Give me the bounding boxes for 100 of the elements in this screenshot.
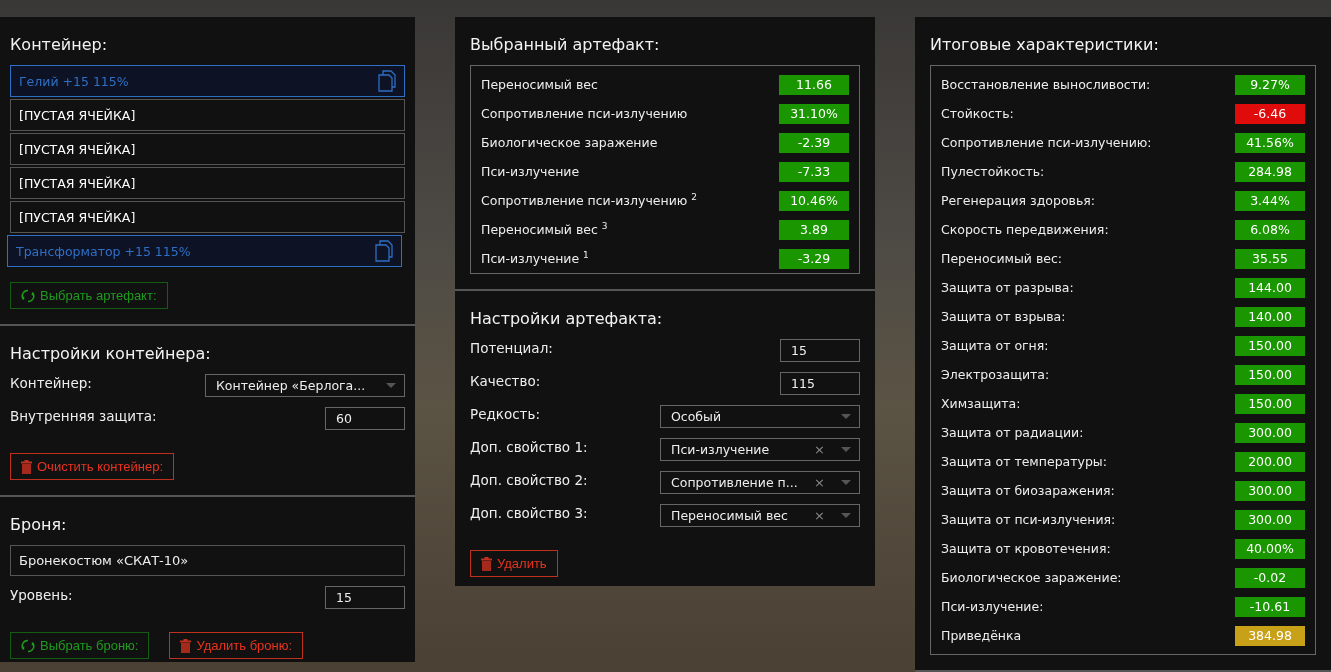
- stat-name: Восстановление выносливости:: [941, 77, 1151, 92]
- stat-value: -2.39: [779, 132, 849, 153]
- stat-value: -10.61: [1235, 596, 1305, 617]
- clear-icon[interactable]: ×: [814, 508, 825, 523]
- stat-name: Регенерация здоровья:: [941, 193, 1096, 208]
- dropdown[interactable]: Особый: [660, 405, 860, 428]
- stat-value: 6.08%: [1235, 219, 1305, 240]
- field-label: Доп. свойство 3:: [470, 504, 588, 521]
- stat-name: Пси-излучение $^{1}$: [481, 250, 589, 267]
- stat-value: 284.98: [1235, 161, 1305, 182]
- caret-icon: [841, 512, 851, 519]
- stat-value: 150.00: [1235, 364, 1305, 385]
- stat-name: Биологическое заражение:: [941, 570, 1122, 585]
- stat-value: 41.56%: [1235, 132, 1305, 153]
- stat-value: 9.27%: [1235, 74, 1305, 95]
- stat-name: Пси-излучение:: [941, 599, 1044, 614]
- dropdown[interactable]: Пси-излучение ×: [660, 438, 860, 461]
- stat-name: Сопротивление пси-излучению: [481, 106, 688, 121]
- stat-name: Защита от огня:: [941, 338, 1049, 353]
- stat-name: Сопротивление пси-излучению $^{2}$: [481, 192, 697, 209]
- stat-name: Стойкость:: [941, 106, 1014, 121]
- stat-name: Защита от взрыва:: [941, 309, 1066, 324]
- section-title: Выбранный артефакт:: [470, 34, 661, 56]
- refresh-icon: [21, 288, 35, 303]
- artifact-slot[interactable]: Трансформатор +15 115%: [7, 235, 402, 267]
- refresh-icon: [21, 638, 35, 653]
- stat-value: 300.00: [1235, 509, 1305, 530]
- clear-container-button[interactable]: Очистить контейнер:: [10, 453, 174, 480]
- copy-icon[interactable]: [378, 70, 396, 92]
- number-field[interactable]: 60: [325, 407, 405, 430]
- delete-armor-button[interactable]: Удалить броню:: [169, 632, 304, 659]
- stat-value: 140.00: [1235, 306, 1305, 327]
- empty-slot[interactable]: [ПУСТАЯ ЯЧЕЙКА]: [10, 99, 405, 131]
- section-title: Настройки контейнера:: [10, 343, 212, 365]
- number-field[interactable]: 15: [325, 586, 405, 609]
- stat-value: 35.55: [1235, 248, 1305, 269]
- trash-icon: [21, 459, 32, 474]
- stat-value: 150.00: [1235, 335, 1305, 356]
- field-label: Доп. свойство 2:: [470, 471, 588, 488]
- stat-value: 200.00: [1235, 451, 1305, 472]
- section-title: Контейнер:: [10, 34, 109, 56]
- dropdown[interactable]: Переносимый вес ×: [660, 504, 860, 527]
- stat-value: 300.00: [1235, 480, 1305, 501]
- stat-name: Пулестойкость:: [941, 164, 1045, 179]
- stat-value: 10.46%: [779, 190, 849, 211]
- stat-name: Пси-излучение: [481, 164, 580, 179]
- stat-value: 150.00: [1235, 393, 1305, 414]
- stat-name: Защита от пси-излучения:: [941, 512, 1116, 527]
- stat-value: 31.10%: [779, 103, 849, 124]
- empty-slot[interactable]: [ПУСТАЯ ЯЧЕЙКА]: [10, 201, 405, 233]
- stat-name: Защита от кровотечения:: [941, 541, 1111, 556]
- artifact-slot[interactable]: Гелий +15 115%: [10, 65, 405, 97]
- armor-name-field[interactable]: Бронекостюм «СКАТ-10»: [10, 545, 405, 576]
- field-label: Качество:: [470, 372, 541, 389]
- section-title: Настройки артефакта:: [470, 308, 664, 330]
- trash-icon: [481, 556, 492, 571]
- select-artifact-button[interactable]: Выбрать артефакт:: [10, 282, 168, 309]
- stat-value: -7.33: [779, 161, 849, 182]
- field-label: Доп. свойство 1:: [470, 438, 588, 455]
- stat-value: -3.29: [779, 248, 849, 269]
- dropdown[interactable]: Сопротивление п... ×: [660, 471, 860, 494]
- stat-value: -0.02: [1235, 567, 1305, 588]
- number-field[interactable]: 115: [780, 372, 860, 395]
- empty-slot[interactable]: [ПУСТАЯ ЯЧЕЙКА]: [10, 167, 405, 199]
- stat-value: 300.00: [1235, 422, 1305, 443]
- dropdown[interactable]: Контейнер «Берлога...: [205, 374, 405, 397]
- stat-name: Защита от температуры:: [941, 454, 1107, 469]
- stat-value: 3.44%: [1235, 190, 1305, 211]
- stat-name: Электрозащита:: [941, 367, 1050, 382]
- empty-slot[interactable]: [ПУСТАЯ ЯЧЕЙКА]: [10, 133, 405, 165]
- stat-name: Переносимый вес: [481, 77, 598, 92]
- copy-icon[interactable]: [375, 240, 393, 262]
- stat-name: Защита от радиации:: [941, 425, 1084, 440]
- stat-name: Скорость передвижения:: [941, 222, 1109, 237]
- stat-name: Химзащита:: [941, 396, 1021, 411]
- field-label: Уровень:: [10, 586, 73, 603]
- field-label: Внутренняя защита:: [10, 407, 157, 424]
- stat-name: Защита от разрыва:: [941, 280, 1074, 295]
- caret-icon: [841, 413, 851, 420]
- caret-icon: [841, 446, 851, 453]
- stat-value: 3.89: [779, 219, 849, 240]
- trash-icon: [180, 638, 192, 653]
- select-armor-button[interactable]: Выбрать броню:: [10, 632, 150, 659]
- stat-name: Сопротивление пси-излучению:: [941, 135, 1152, 150]
- field-label: Контейнер:: [10, 374, 92, 391]
- caret-icon: [841, 479, 851, 486]
- caret-icon: [386, 382, 396, 389]
- number-field[interactable]: 15: [780, 339, 860, 362]
- stat-name: Приведёнка: [941, 628, 1022, 643]
- section-title: Броня:: [10, 514, 68, 536]
- section-title: Итоговые характеристики:: [930, 34, 1160, 56]
- stat-value: -6.46: [1235, 103, 1305, 124]
- stat-name: Биологическое заражение: [481, 135, 658, 150]
- stat-name: Переносимый вес:: [941, 251, 1063, 266]
- delete-artifact-button[interactable]: Удалить: [470, 550, 558, 577]
- stat-name: Переносимый вес $^{3}$: [481, 221, 608, 238]
- stat-value: 40.00%: [1235, 538, 1305, 559]
- clear-icon[interactable]: ×: [814, 442, 825, 457]
- field-label: Потенциал:: [470, 339, 553, 356]
- clear-icon[interactable]: ×: [814, 475, 825, 490]
